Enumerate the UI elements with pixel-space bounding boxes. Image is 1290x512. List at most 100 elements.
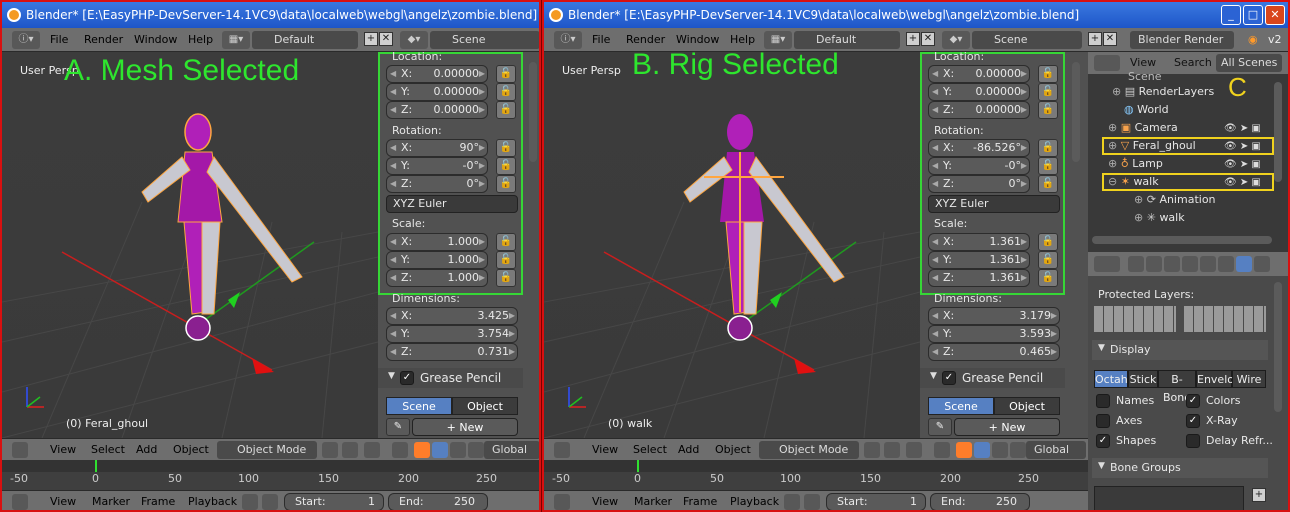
scale-z-field[interactable]: ◀ Z: 1.361 ▶ xyxy=(928,269,1030,287)
outliner-filter-select[interactable]: All Scenes xyxy=(1216,54,1282,72)
orientation-select[interactable]: Global xyxy=(484,441,539,459)
outliner-row-animation[interactable]: ⊕ ⟳ Animation xyxy=(1134,193,1216,211)
shading-icon[interactable] xyxy=(322,442,338,458)
add-layout-icon[interactable]: + xyxy=(906,32,920,46)
screen-layout-icon[interactable]: ▦▾ xyxy=(222,31,250,49)
grease-pencil-scene-toggle[interactable]: Scene xyxy=(386,397,452,415)
pencil-icon[interactable]: ✎ xyxy=(928,418,952,436)
record-icon[interactable] xyxy=(784,494,800,510)
lock-icon[interactable]: 🔓 xyxy=(1038,65,1058,83)
display-mode-bbone[interactable]: B-Bone xyxy=(1158,370,1196,404)
scale-icon[interactable] xyxy=(450,442,466,458)
protected-layers-grid-right[interactable] xyxy=(1184,306,1266,332)
menu-view[interactable]: View xyxy=(592,494,618,510)
menu-window[interactable]: Window xyxy=(134,31,177,49)
grease-pencil-new-button[interactable]: + New xyxy=(412,418,518,436)
dimensions-y-field[interactable]: ◀ Y: 3.754 ▶ xyxy=(386,325,518,343)
editor-type-info-icon[interactable]: ⓘ▾ xyxy=(12,31,40,49)
menu-object[interactable]: Object xyxy=(173,442,209,458)
transform-orientation-icon[interactable] xyxy=(1010,442,1026,458)
delete-layout-icon[interactable]: ✕ xyxy=(921,32,935,46)
dimensions-x-field[interactable]: ◀ X: 3.425 ▶ xyxy=(386,307,518,325)
display-mode-wire[interactable]: Wire xyxy=(1232,370,1266,388)
menu-select[interactable]: Select xyxy=(633,442,667,458)
object-tab-icon[interactable] xyxy=(1200,256,1216,272)
lock-icon[interactable]: 🔓 xyxy=(1038,101,1058,119)
visibility-eye-icon[interactable]: 👁 ➤ ▣ xyxy=(1224,141,1261,152)
scene-select[interactable]: Scene xyxy=(430,31,539,49)
end-frame-field[interactable]: End: 250 xyxy=(930,493,1030,510)
location-y-field[interactable]: ◀ Y: 0.00000 ▶ xyxy=(386,83,488,101)
location-x-field[interactable]: ◀ X: 0.00000 ▶ xyxy=(928,65,1030,83)
rotation-y-field[interactable]: ◀ Y: -0° ▶ xyxy=(386,157,488,175)
bone-tab-icon[interactable] xyxy=(1254,256,1270,272)
names-checkbox[interactable] xyxy=(1096,394,1110,408)
add-layout-icon[interactable]: + xyxy=(364,32,378,46)
rotation-y-field[interactable]: ◀ Y: -0° ▶ xyxy=(928,157,1030,175)
properties-scrollbar[interactable] xyxy=(1274,282,1282,412)
rotation-z-field[interactable]: ◀ Z: 0° ▶ xyxy=(386,175,488,193)
menu-render[interactable]: Render xyxy=(84,31,123,49)
outliner-menu-view[interactable]: View xyxy=(1130,55,1156,71)
outliner-row-walk-data[interactable]: ⊕ ✳ walk xyxy=(1134,211,1185,229)
constraints-tab-icon[interactable] xyxy=(1218,256,1234,272)
pivot-icon[interactable] xyxy=(884,442,900,458)
dimensions-z-field[interactable]: ◀ Z: 0.731 ▶ xyxy=(386,343,518,361)
menu-view[interactable]: View xyxy=(50,494,76,510)
menu-add[interactable]: Add xyxy=(136,442,157,458)
delay-refresh-checkbox[interactable] xyxy=(1186,434,1200,448)
scale-x-field[interactable]: ◀ X: 1.000 ▶ xyxy=(386,233,488,251)
manipulator-icon[interactable] xyxy=(364,442,380,458)
lock-icon[interactable]: 🔓 xyxy=(496,175,516,193)
lock-icon[interactable]: 🔓 xyxy=(496,83,516,101)
playhead[interactable] xyxy=(637,460,639,472)
editor-type-timeline-icon[interactable] xyxy=(554,494,570,510)
render-tab-icon[interactable] xyxy=(1128,256,1144,272)
grease-pencil-checkbox[interactable]: ✓ xyxy=(942,371,956,385)
lock-icon[interactable]: 🔓 xyxy=(1038,139,1058,157)
outliner-row-renderlayers[interactable]: ⊕ ▤ RenderLayers xyxy=(1112,85,1214,103)
mode-select[interactable]: Object Mode xyxy=(217,441,317,459)
menu-add[interactable]: Add xyxy=(678,442,699,458)
snap-icon[interactable] xyxy=(392,442,408,458)
grease-pencil-new-button[interactable]: + New xyxy=(954,418,1060,436)
scale-y-field[interactable]: ◀ Y: 1.000 ▶ xyxy=(386,251,488,269)
scale-y-field[interactable]: ◀ Y: 1.361 ▶ xyxy=(928,251,1030,269)
n-panel-scrollbar[interactable] xyxy=(529,62,537,162)
shading-icon[interactable] xyxy=(864,442,880,458)
scale-x-field[interactable]: ◀ X: 1.361 ▶ xyxy=(928,233,1030,251)
dimensions-x-field[interactable]: ◀ X: 3.179 ▶ xyxy=(928,307,1060,325)
display-mode-envelope[interactable]: Envelo xyxy=(1196,370,1234,388)
lock-icon[interactable]: 🔓 xyxy=(496,251,516,269)
grease-pencil-header[interactable]: ▼ ✓ Grease Pencil xyxy=(920,368,1065,388)
lock-icon[interactable]: 🔓 xyxy=(496,101,516,119)
translate-icon[interactable] xyxy=(414,442,430,458)
menu-file[interactable]: File xyxy=(592,31,610,49)
editor-type-properties-icon[interactable] xyxy=(1094,256,1120,272)
editor-type-outliner-icon[interactable] xyxy=(1094,55,1120,71)
snap-icon[interactable] xyxy=(934,442,950,458)
bone-groups-list[interactable] xyxy=(1094,486,1244,510)
menu-marker[interactable]: Marker xyxy=(634,494,672,510)
menu-frame[interactable]: Frame xyxy=(141,494,175,510)
lock-icon[interactable]: 🔓 xyxy=(496,65,516,83)
menu-help[interactable]: Help xyxy=(730,31,755,49)
rotate-icon[interactable] xyxy=(432,442,448,458)
rotation-x-field[interactable]: ◀ X: -86.526° ▶ xyxy=(928,139,1030,157)
scale-z-field[interactable]: ◀ Z: 1.000 ▶ xyxy=(386,269,488,287)
menu-marker[interactable]: Marker xyxy=(92,494,130,510)
dimensions-y-field[interactable]: ◀ Y: 3.593 ▶ xyxy=(928,325,1060,343)
render-engine-select[interactable]: Blender Render xyxy=(1130,31,1234,49)
transform-orientation-icon[interactable] xyxy=(468,442,484,458)
location-y-field[interactable]: ◀ Y: 0.00000 ▶ xyxy=(928,83,1030,101)
menu-select[interactable]: Select xyxy=(91,442,125,458)
start-frame-field[interactable]: Start: 1 xyxy=(826,493,926,510)
editor-type-info-icon[interactable]: ⓘ▾ xyxy=(554,31,582,49)
location-z-field[interactable]: ◀ Z: 0.00000 ▶ xyxy=(928,101,1030,119)
grease-pencil-object-toggle[interactable]: Object xyxy=(994,397,1060,415)
menu-frame[interactable]: Frame xyxy=(683,494,717,510)
end-frame-field[interactable]: End: 250 xyxy=(388,493,488,510)
armature-tab-icon[interactable] xyxy=(1236,256,1252,272)
lock-icon[interactable]: 🔓 xyxy=(1038,251,1058,269)
display-header[interactable]: ▼ Display xyxy=(1092,340,1268,360)
